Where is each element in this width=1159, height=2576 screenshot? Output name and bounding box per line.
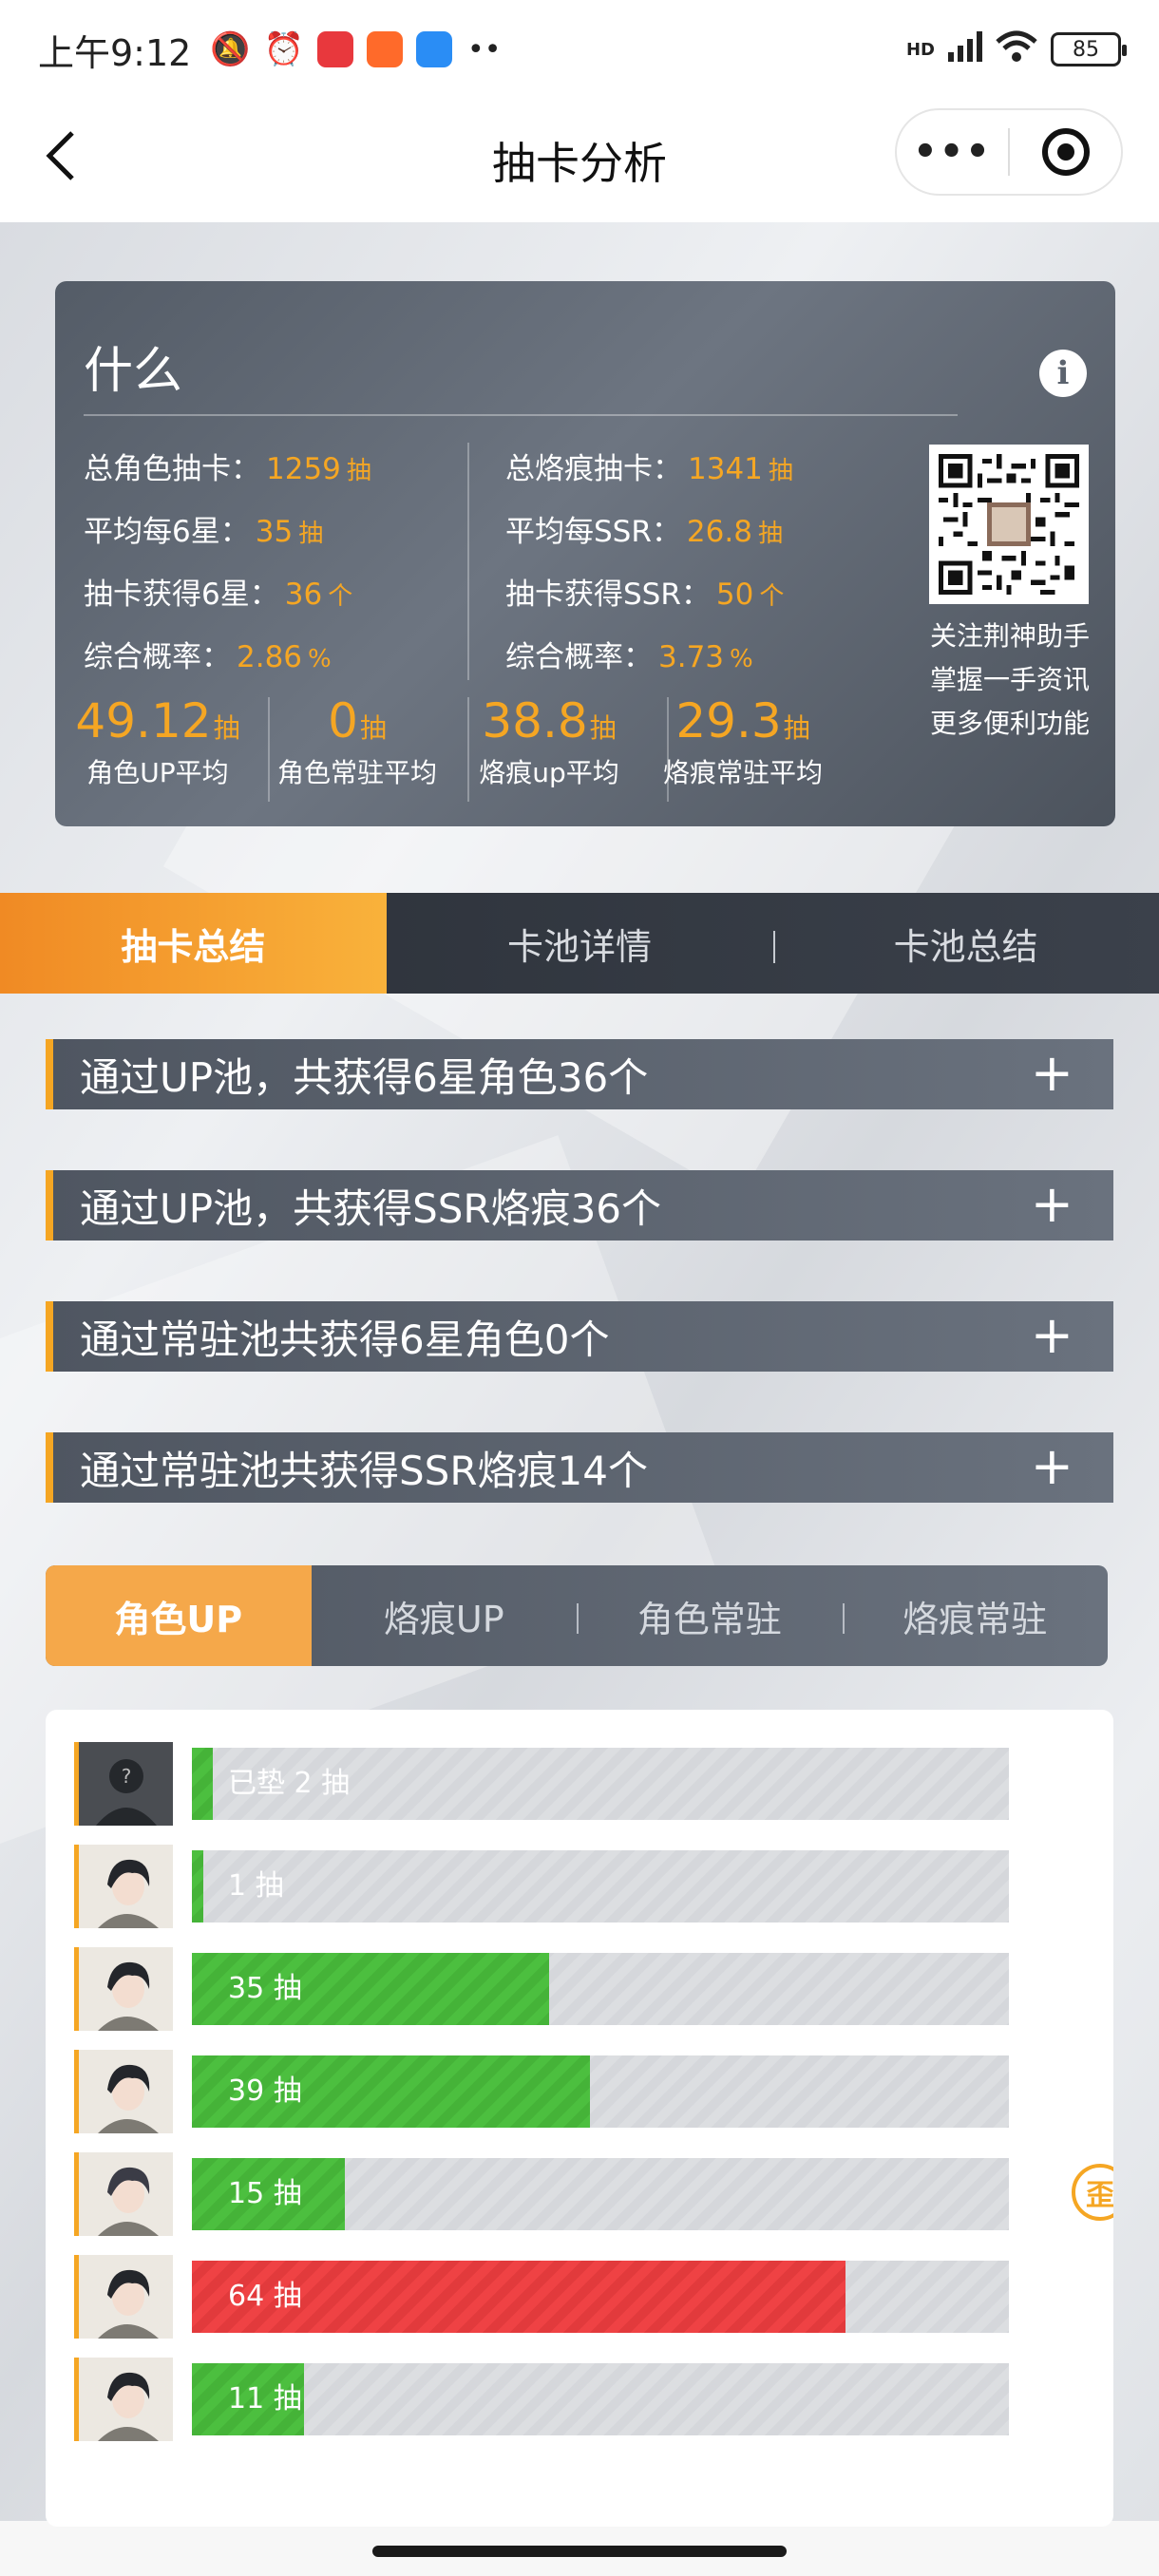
nav-bar: 抽卡分析 •••: [0, 99, 1159, 222]
character-avatar: [74, 2152, 173, 2236]
subtab-character-up[interactable]: 角色UP: [46, 1565, 312, 1666]
subtab-imprint-up[interactable]: 烙痕UP: [312, 1565, 578, 1666]
accordion-label: 通过UP池，共获得6星角色36个: [80, 1053, 649, 1101]
more-button[interactable]: •••: [897, 130, 1008, 174]
character-avatar: [74, 2050, 173, 2133]
pull-row: 39 抽: [74, 2050, 1081, 2133]
pull-count-label: 64 抽: [228, 2280, 302, 2313]
avg-imprint-standard: 29.3抽 烙痕常驻平均: [662, 693, 823, 788]
pull-row: 11 抽: [74, 2358, 1081, 2441]
main-tabs: 抽卡总结 卡池详情 卡池总结: [0, 893, 1159, 994]
chat-notification-icon: [416, 31, 453, 67]
close-miniprogram-button[interactable]: [1010, 128, 1121, 176]
avg-imprint-up: 38.8抽 烙痕up平均: [479, 693, 619, 788]
follow-text-3: 更多便利功能: [929, 708, 1090, 739]
stat-avg-per-6star: 平均每6星： 35 抽: [84, 515, 324, 549]
expand-plus-icon[interactable]: +: [1031, 1309, 1074, 1362]
svg-text:?: ?: [122, 1765, 132, 1788]
card-divider: [84, 414, 958, 416]
pull-count-label: 15 抽: [228, 2177, 302, 2210]
shop-notification-icon: [367, 31, 404, 67]
off-banner-badge: 歪: [1072, 2164, 1113, 2221]
avg-character-standard: 0抽 角色常驻平均: [276, 693, 437, 788]
pull-count-label: 11 抽: [228, 2382, 302, 2415]
pull-bar-track: 已垫 2 抽: [192, 1748, 1009, 1820]
accordion-up-characters[interactable]: 通过UP池，共获得6星角色36个 +: [46, 1039, 1113, 1109]
stat-total-imprint-pulls: 总烙痕抽卡： 1341 抽: [505, 452, 793, 486]
pool-sub-tabs: 角色UP 烙痕UP 角色常驻 烙痕常驻: [46, 1565, 1108, 1666]
miniprogram-capsule: •••: [895, 108, 1123, 196]
stats-divider: [467, 443, 469, 680]
account-name: 什么: [84, 343, 183, 400]
status-time: 上午9:12: [38, 31, 192, 74]
chevron-left-icon: [46, 131, 74, 180]
pull-bar-fill: [192, 1748, 213, 1820]
character-avatar: [74, 1845, 173, 1928]
pull-count-label: 35 抽: [228, 1972, 302, 2005]
tab-divider: [773, 931, 775, 963]
expand-plus-icon[interactable]: +: [1031, 1440, 1074, 1493]
subtab-imprint-standard[interactable]: 烙痕常驻: [842, 1565, 1109, 1666]
stat-character-rate: 综合概率： 2.86%: [84, 640, 332, 674]
pull-bar-track: 1 抽: [192, 1850, 1009, 1923]
character-avatar: [74, 1947, 173, 2031]
pull-row: 35 抽: [74, 1947, 1081, 2031]
status-bar: 上午9:12 🔕 ⏰ •• HD 85: [0, 0, 1159, 99]
home-indicator[interactable]: [372, 2546, 787, 2557]
tab-pool-summary[interactable]: 卡池总结: [772, 893, 1159, 994]
expand-plus-icon[interactable]: +: [1031, 1047, 1074, 1100]
stat-total-character-pulls: 总角色抽卡： 1259 抽: [84, 452, 371, 486]
character-avatar: [74, 2358, 173, 2441]
stat-avg-per-ssr: 平均每SSR： 26.8 抽: [505, 515, 783, 549]
pull-row: ? 已垫 2 抽: [74, 1742, 1081, 1826]
pull-bar-track: 35 抽: [192, 1953, 1009, 2025]
stat-6star-obtained: 抽卡获得6星： 36 个: [84, 578, 353, 612]
tab-pool-details[interactable]: 卡池详情: [387, 893, 773, 994]
pull-row: 1 抽: [74, 1845, 1081, 1928]
alarm-icon: ⏰: [263, 30, 305, 68]
network-label: HD: [905, 39, 935, 60]
accordion-label: 通过常驻池共获得SSR烙痕14个: [80, 1447, 648, 1494]
pull-count-label: 1 抽: [228, 1869, 284, 1903]
pull-bar-track: 11 抽: [192, 2363, 1009, 2435]
signal-icon: [948, 30, 982, 68]
back-button[interactable]: [42, 127, 99, 194]
wifi-icon: [996, 30, 1037, 69]
pull-bar-track: 64 抽: [192, 2261, 1009, 2333]
follow-text-1: 关注荆神助手: [929, 620, 1090, 652]
mute-icon: 🔕: [210, 30, 251, 68]
follow-text-2: 掌握一手资讯: [929, 664, 1090, 695]
battery-level: 85: [1073, 37, 1099, 62]
accordion-label: 通过UP池，共获得SSR烙痕36个: [80, 1184, 662, 1232]
info-icon[interactable]: i: [1039, 350, 1087, 397]
more-notifications-icon: ••: [467, 32, 502, 66]
pull-count-label: 已垫 2 抽: [228, 1767, 351, 1800]
accordion-standard-imprints[interactable]: 通过常驻池共获得SSR烙痕14个 +: [46, 1432, 1113, 1503]
unknown-avatar: ?: [74, 1742, 173, 1826]
summary-card: 什么 i 总角色抽卡： 1259 抽 平均每6星： 35 抽 抽卡获得6星： 36 个 综合…: [55, 281, 1115, 826]
pull-row: 64 抽: [74, 2255, 1081, 2339]
subtab-character-standard[interactable]: 角色常驻: [577, 1565, 843, 1666]
tab-pull-summary[interactable]: 抽卡总结: [0, 893, 387, 994]
pull-history-panel: ? 已垫 2 抽 1 抽 35 抽 39 抽 15 抽 歪 64 抽 11 抽: [46, 1710, 1113, 2527]
pull-bar-track: 15 抽: [192, 2158, 1009, 2230]
pull-bar-track: 39 抽: [192, 2055, 1009, 2128]
pull-bar-fill: [192, 1850, 203, 1923]
accordion-label: 通过常驻池共获得6星角色0个: [80, 1316, 610, 1363]
accordion-up-imprints[interactable]: 通过UP池，共获得SSR烙痕36个 +: [46, 1170, 1113, 1241]
expand-plus-icon[interactable]: +: [1031, 1178, 1074, 1231]
battery-icon: 85: [1051, 32, 1127, 66]
stat-ssr-obtained: 抽卡获得SSR： 50 个: [505, 578, 785, 612]
avg-character-up: 49.12抽 角色UP平均: [75, 693, 240, 788]
accordion-standard-characters[interactable]: 通过常驻池共获得6星角色0个 +: [46, 1301, 1113, 1372]
target-icon: [1041, 128, 1090, 176]
character-avatar: [74, 2255, 173, 2339]
pull-row: 15 抽 歪: [74, 2152, 1113, 2236]
pull-count-label: 39 抽: [228, 2074, 302, 2108]
app-notification-icon: [317, 31, 354, 67]
page-title: 抽卡分析: [492, 138, 667, 189]
stat-imprint-rate: 综合概率： 3.73%: [505, 640, 753, 674]
qr-code: [929, 445, 1089, 604]
